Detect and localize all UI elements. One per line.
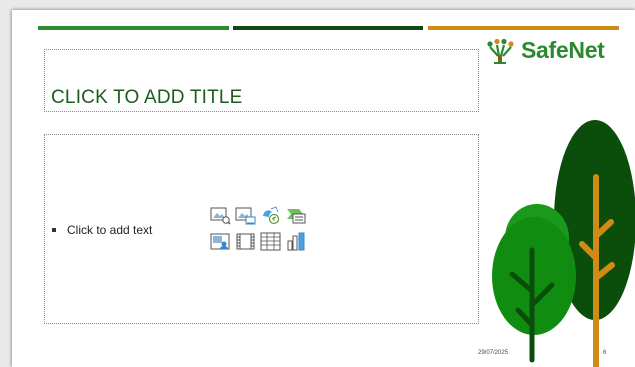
- insert-table-icon[interactable]: [259, 231, 281, 251]
- bullet-marker: [52, 228, 56, 232]
- trees-illustration: [492, 120, 635, 367]
- content-placeholder-text: Click to add text: [67, 223, 153, 237]
- safenet-logo: SafeNet: [484, 37, 605, 64]
- title-placeholder[interactable]: CLICK TO ADD TITLE: [44, 49, 479, 112]
- accent-bar-orange: [428, 26, 619, 30]
- bullet-item[interactable]: Click to add text: [52, 223, 152, 237]
- insert-video-icon[interactable]: [234, 231, 256, 251]
- insert-online-picture-icon[interactable]: [234, 205, 256, 225]
- slide-canvas[interactable]: SafeNet CLICK TO ADD TITLE Click to add …: [12, 10, 635, 367]
- accent-bar-dark-green: [233, 26, 423, 30]
- insert-content-icons: [209, 205, 306, 251]
- insert-smartart-icon[interactable]: [284, 205, 306, 225]
- people-tree-icon: [487, 38, 514, 64]
- insert-icons-icon[interactable]: [259, 205, 281, 225]
- insert-picture-icon[interactable]: [209, 205, 231, 225]
- accent-bar-green: [38, 26, 229, 30]
- footer-page-number: 6: [603, 350, 607, 356]
- footer-date: 29/07/2025: [478, 350, 509, 356]
- logo-text: SafeNet: [521, 37, 605, 63]
- insert-chart-icon[interactable]: [284, 231, 306, 251]
- title-placeholder-text: CLICK TO ADD TITLE: [51, 87, 243, 108]
- content-placeholder[interactable]: Click to add text: [44, 134, 479, 324]
- insert-cameo-icon[interactable]: [209, 231, 231, 251]
